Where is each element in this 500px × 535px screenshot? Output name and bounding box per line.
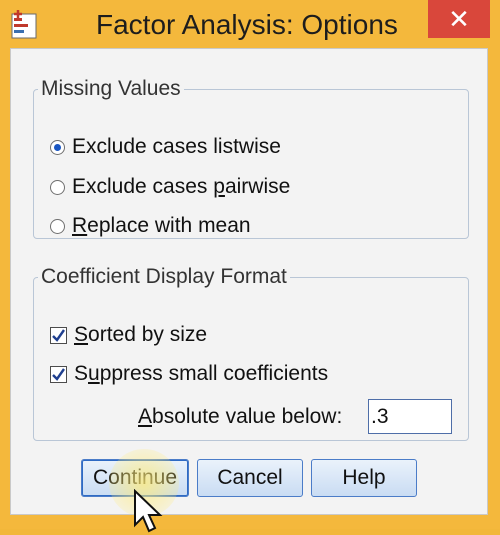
help-button[interactable]: Help	[311, 459, 417, 497]
coefficient-format-group: Coefficient Display Format Sorted by siz…	[33, 265, 469, 441]
close-button[interactable]: ✕	[428, 0, 490, 38]
checkbox-sorted-by-size[interactable]: Sorted by size	[50, 323, 207, 347]
radio-label-pairwise-accel: p	[213, 175, 225, 198]
radio-button[interactable]	[50, 218, 65, 234]
radio-label-replace-accel: R	[72, 214, 88, 237]
absolute-label-post: bsolute value below:	[152, 405, 343, 428]
continue-button[interactable]: Continue	[81, 459, 189, 497]
suppress-label-pre: S	[74, 362, 89, 385]
checkbox-checked[interactable]	[50, 365, 67, 383]
radio-replace-mean[interactable]: Replace with mean	[50, 214, 251, 238]
checkbox-checked[interactable]	[50, 326, 67, 344]
dialog-title: Factor Analysis: Options	[96, 9, 398, 40]
absolute-label-accel: A	[138, 405, 153, 428]
radio-exclude-listwise[interactable]: Exclude cases listwise	[50, 135, 281, 159]
radio-button-selected[interactable]	[50, 139, 65, 155]
radio-label-pairwise-post: airwise	[224, 175, 291, 198]
absolute-value-input[interactable]	[368, 399, 452, 434]
title-bar[interactable]: Factor Analysis: Options ✕	[0, 0, 500, 50]
cancel-button[interactable]: Cancel	[197, 459, 303, 497]
missing-values-group: Missing Values Exclude cases listwise Ex…	[33, 77, 469, 239]
spss-factor-icon	[11, 10, 37, 39]
suppress-label-accel: u	[88, 362, 100, 385]
sorted-label-post: orted by size	[88, 323, 208, 346]
dialog-body: Missing Values Exclude cases listwise Ex…	[10, 48, 488, 533]
radio-exclude-pairwise[interactable]: Exclude cases p airwise	[50, 175, 290, 199]
sorted-label-accel: S	[74, 323, 89, 346]
close-icon: ✕	[448, 4, 470, 34]
radio-label-pairwise-pre: Exclude cases	[72, 175, 214, 198]
radio-label-listwise: Exclude cases listwise	[72, 135, 281, 158]
suppress-label-post: ppress small coefficients	[99, 362, 329, 385]
checkmark-icon	[52, 367, 65, 381]
radio-label-replace-post: eplace with mean	[87, 214, 251, 237]
absolute-value-label: Absolute value below:	[138, 405, 342, 429]
radio-button[interactable]	[50, 179, 65, 195]
checkmark-icon	[52, 328, 65, 342]
coefficient-format-legend: Coefficient Display Format	[41, 265, 287, 288]
checkbox-suppress-small[interactable]: Su ppress small coefficients	[50, 362, 328, 386]
factor-analysis-options-dialog: Factor Analysis: Options ✕ Missing Value…	[0, 0, 500, 533]
missing-values-legend: Missing Values	[41, 77, 181, 100]
